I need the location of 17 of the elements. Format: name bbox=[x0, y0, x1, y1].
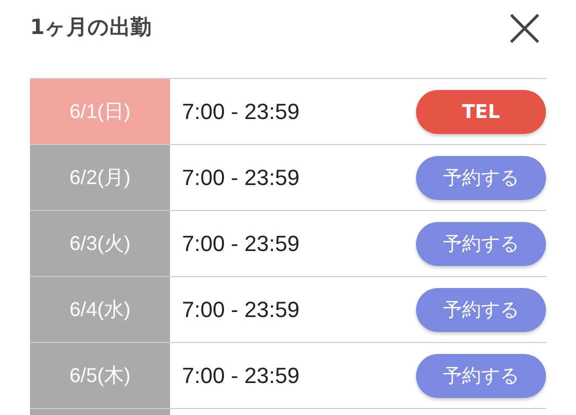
time-range: 7:00 - 23:59 bbox=[181, 230, 300, 256]
date-cell: 6/3(火) bbox=[30, 211, 170, 276]
time-range: 7:00 - 23:59 bbox=[181, 362, 300, 388]
date-cell: 6/1(日) bbox=[30, 79, 170, 144]
date-cell: 6/4(水) bbox=[30, 277, 170, 342]
time-range: 7:00 - 23:59 bbox=[181, 164, 300, 190]
close-button[interactable]: × bbox=[499, 0, 550, 56]
time-range: 7:00 - 23:59 bbox=[181, 98, 300, 124]
reserve-button[interactable]: 予約する bbox=[416, 288, 546, 332]
reserve-button[interactable]: 予約する bbox=[416, 156, 546, 200]
reserve-button[interactable]: 予約する bbox=[416, 354, 546, 398]
date-cell: 6/2(月) bbox=[30, 145, 170, 210]
tel-button[interactable]: TEL bbox=[416, 90, 546, 134]
dialog-title: 1ヶ月の出勤 bbox=[30, 14, 152, 41]
time-range: 7:00 - 23:59 bbox=[181, 296, 300, 322]
reserve-button[interactable]: 予約する bbox=[416, 222, 546, 266]
date-cell: 6/5(木) bbox=[30, 343, 170, 408]
